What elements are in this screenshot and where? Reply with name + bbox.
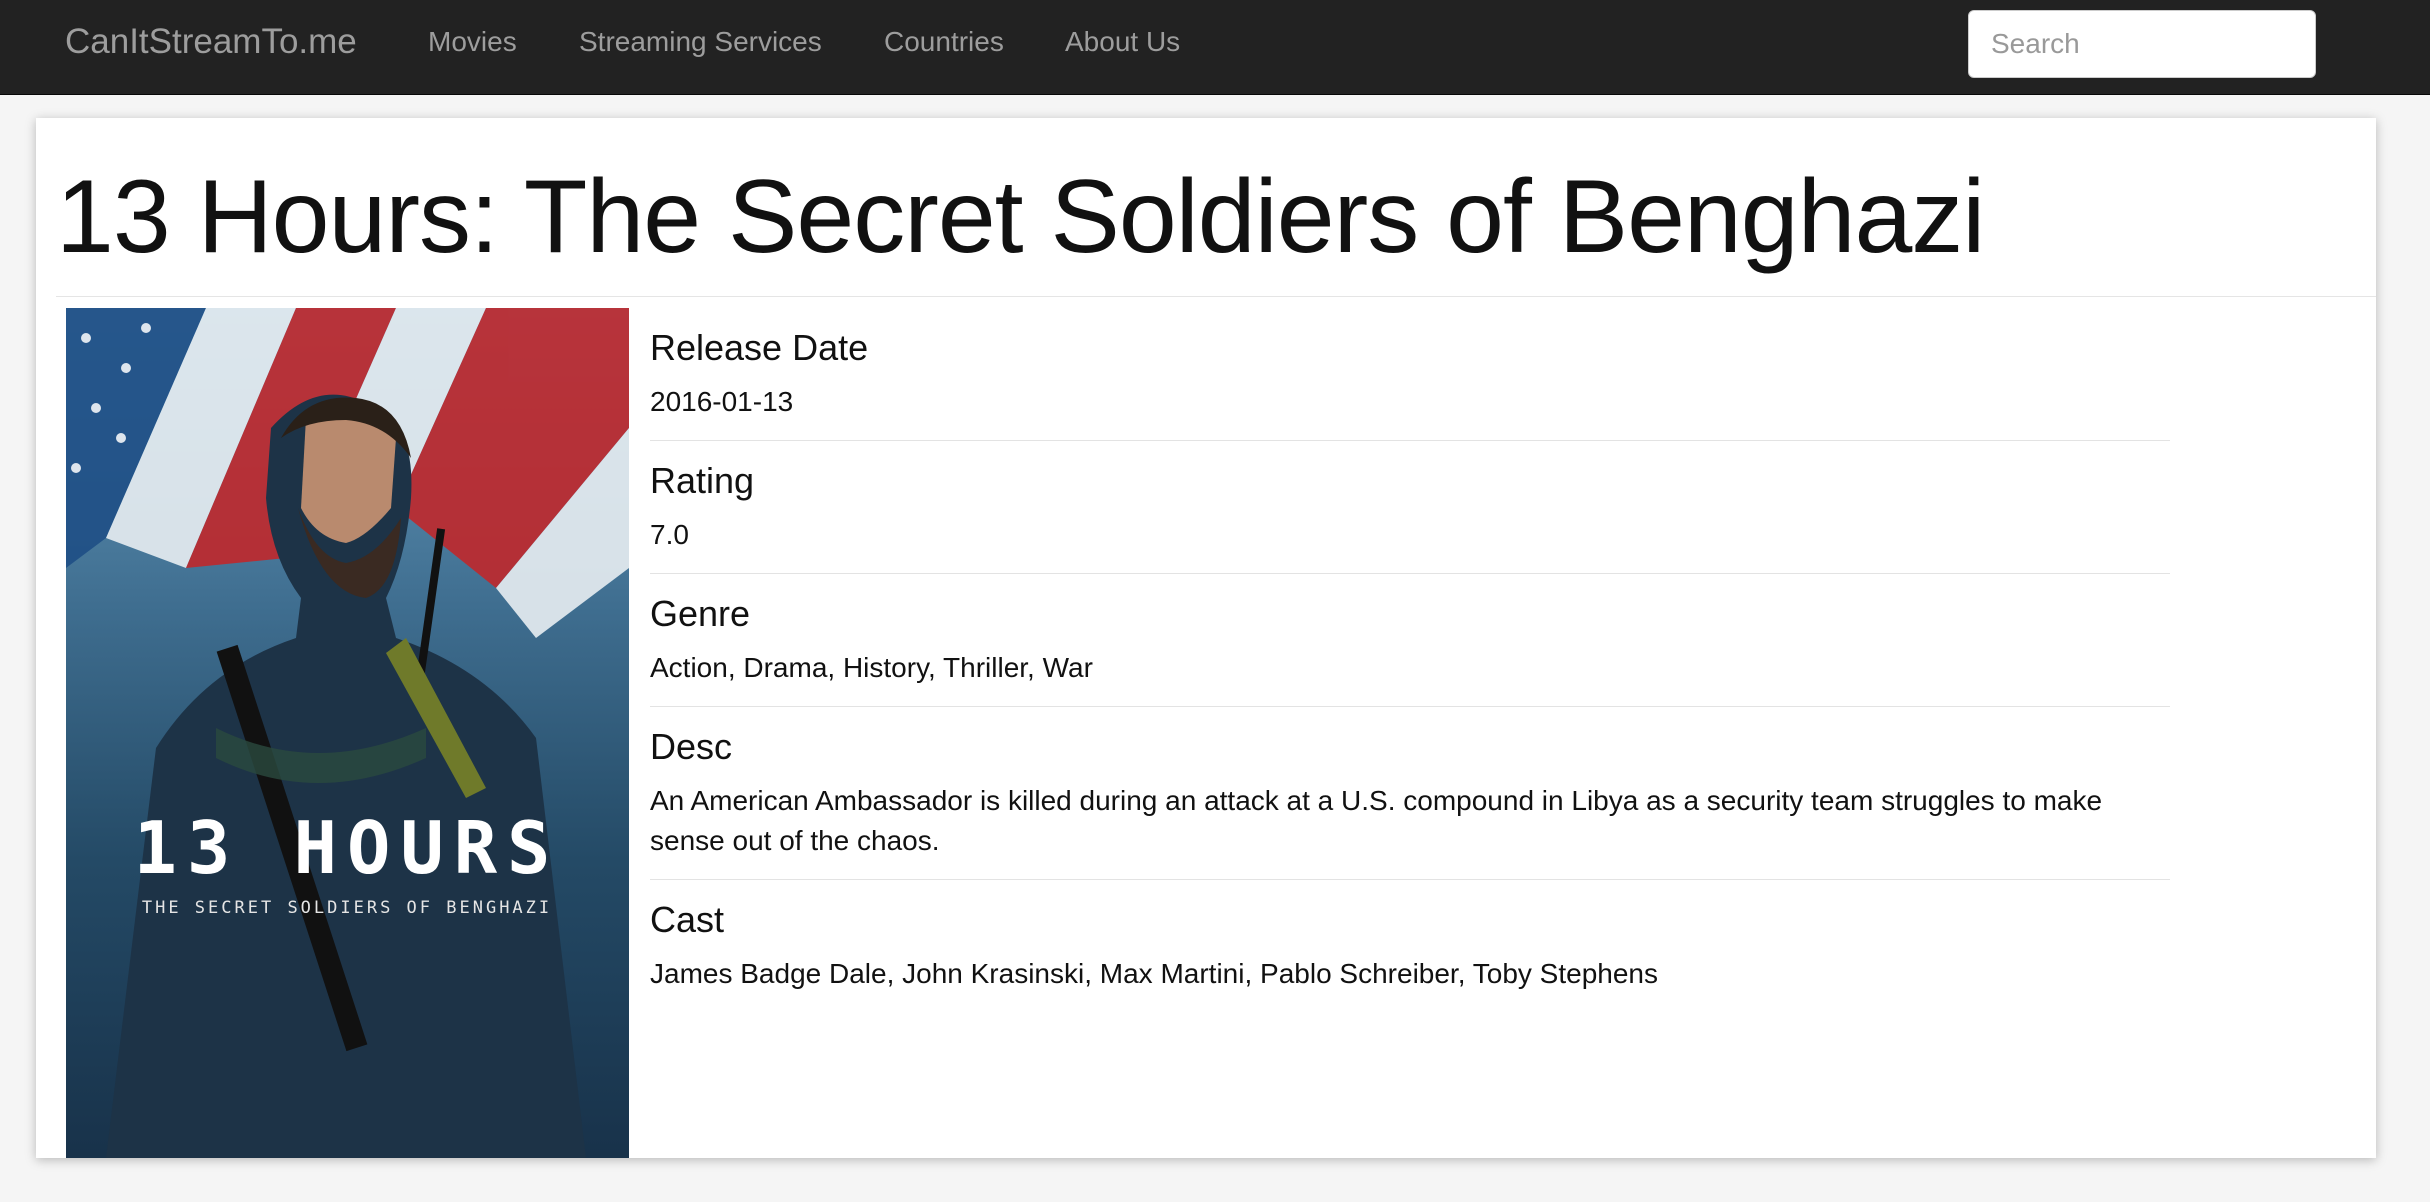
title-divider [56,296,2376,297]
nav-link-about-us[interactable]: About Us [1065,26,1180,58]
movie-details: Release Date 2016-01-13 Rating 7.0 Genre… [650,308,2170,1012]
genre-value: Action, Drama, History, Thriller, War [650,652,1093,683]
search-input[interactable] [1968,10,2316,78]
movie-poster: 13 HOURS THE SECRET SOLDIERS OF BENGHAZI [66,308,629,1158]
movie-card: 13 Hours: The Secret Soldiers of Benghaz… [36,118,2376,1158]
cast-label: Cast [650,899,725,940]
desc-label: Desc [650,726,733,767]
release-date-label: Release Date [650,327,869,368]
desc-field: Desc An American Ambassador is killed du… [650,707,2170,880]
nav-link-movies[interactable]: Movies [428,26,517,58]
genre-field: Genre Action, Drama, History, Thriller, … [650,574,2170,707]
release-date-value: 2016-01-13 [650,386,794,417]
rating-field: Rating 7.0 [650,441,2170,574]
nav-link-streaming-services[interactable]: Streaming Services [579,26,822,58]
rating-label: Rating [650,460,755,501]
desc-value: An American Ambassador is killed during … [650,785,2103,856]
poster-title-text: 13 HOURS [134,806,561,890]
cast-value: James Badge Dale, John Krasinski, Max Ma… [650,958,1658,989]
top-navbar: CanItStreamTo.me Movies Streaming Servic… [0,0,2430,95]
movie-title: 13 Hours: The Secret Soldiers of Benghaz… [56,159,1985,275]
release-date-field: Release Date 2016-01-13 [650,308,2170,441]
cast-field: Cast James Badge Dale, John Krasinski, M… [650,880,2170,1012]
nav-link-countries[interactable]: Countries [884,26,1004,58]
genre-label: Genre [650,593,751,634]
rating-value: 7.0 [650,519,689,550]
brand-link[interactable]: CanItStreamTo.me [65,22,357,62]
poster-subtitle-text: THE SECRET SOLDIERS OF BENGHAZI [142,898,552,918]
